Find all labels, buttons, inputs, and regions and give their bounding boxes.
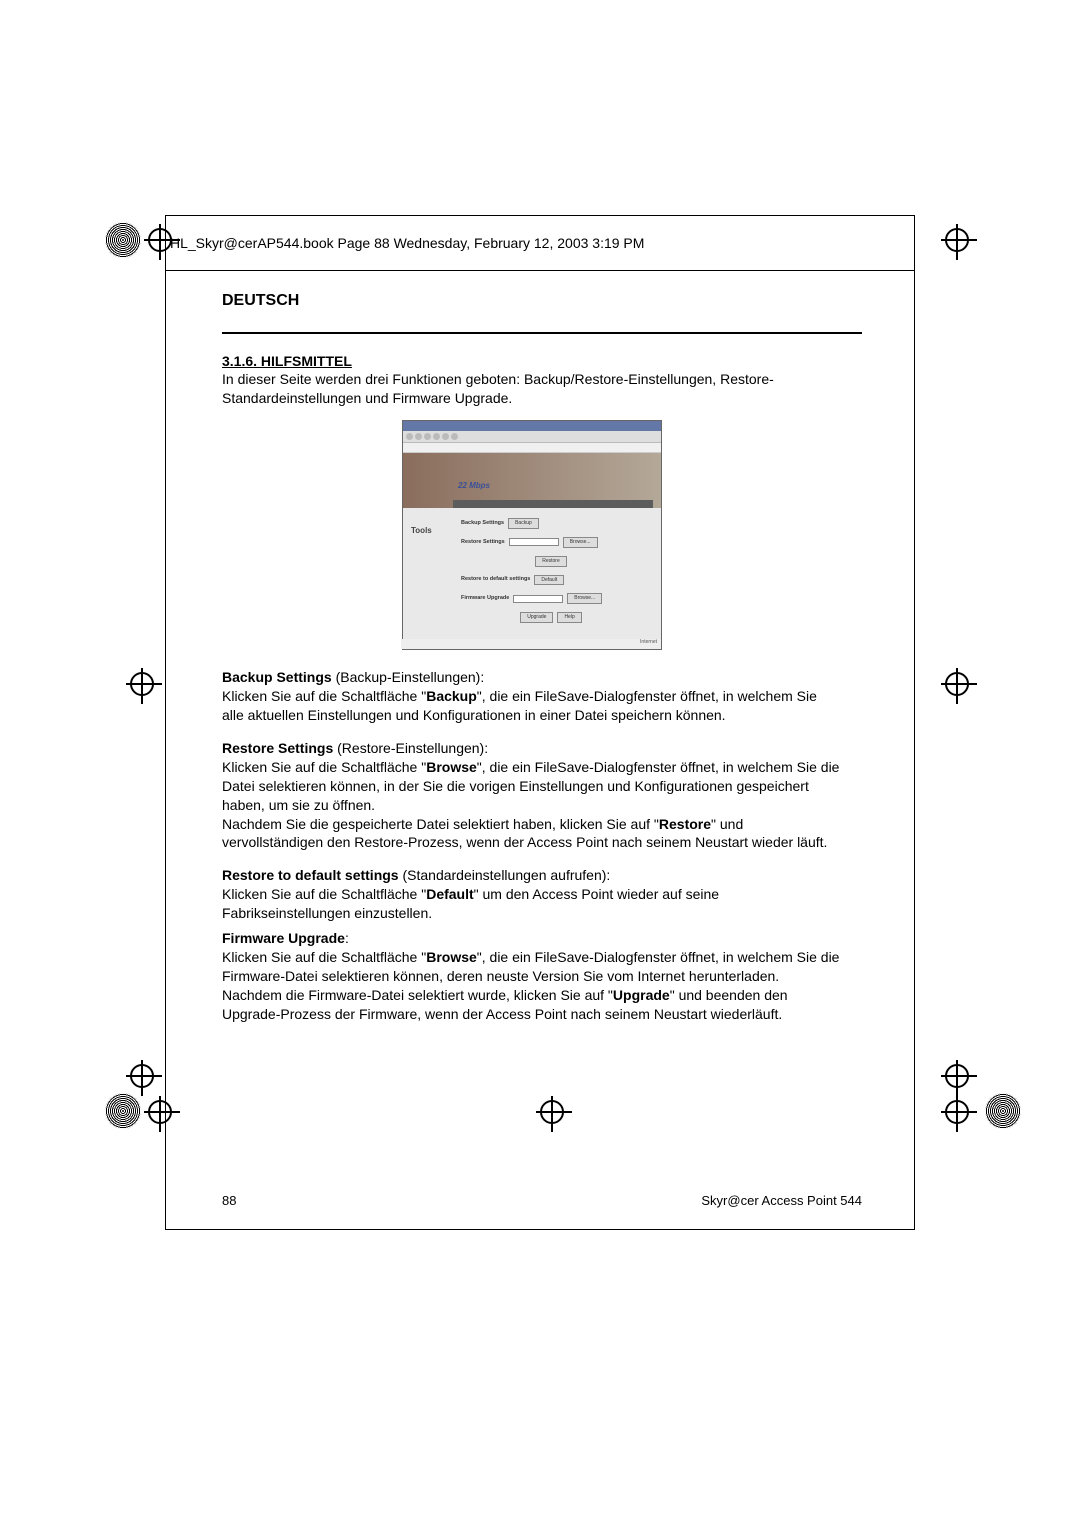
nav-tabs <box>453 500 653 508</box>
page-header-line: HL_Skyr@cerAP544.book Page 88 Wednesday,… <box>170 235 910 251</box>
firmware-p2a: Nachdem die Firmware-Datei selektiert wu… <box>222 987 613 1003</box>
section-heading: 3.1.6. HILFSMITTEL <box>222 352 842 371</box>
firmware-block: Firmware Upgrade: Klicken Sie auf die Sc… <box>222 929 842 1023</box>
restore-title: Restore Settings <box>222 740 333 756</box>
firmware-p2b: Upgrade <box>613 987 670 1003</box>
backup-row: Backup Settings Backup <box>461 518 641 529</box>
crop-mark-icon <box>945 1064 969 1088</box>
product-name: Skyr@cer Access Point 544 <box>701 1193 862 1208</box>
banner-text: 22 Mbps <box>458 481 490 492</box>
restore-input[interactable] <box>509 538 559 546</box>
document-content: DEUTSCH 3.1.6. HILFSMITTEL In dieser Sei… <box>222 290 842 1037</box>
firmware-row: Firmware Upgrade Browse... <box>461 593 641 604</box>
firmware-browse-button[interactable]: Browse... <box>567 593 602 604</box>
defaults-title: Restore to default settings <box>222 867 399 883</box>
restore-block: Restore Settings (Restore-Einstellungen)… <box>222 739 842 852</box>
upgrade-button[interactable]: Upgrade <box>520 612 553 623</box>
default-button[interactable]: Default <box>534 575 564 586</box>
registration-mark-icon <box>105 222 141 258</box>
language-heading: DEUTSCH <box>222 290 299 312</box>
restore-p1b: Browse <box>426 759 477 775</box>
registration-mark-icon <box>985 1093 1021 1129</box>
restore-suffix: (Restore-Einstellungen): <box>333 740 488 756</box>
defaults-block: Restore to default settings (Standardein… <box>222 866 842 923</box>
backup-suffix: (Backup-Einstellungen): <box>332 669 485 685</box>
firmware-input[interactable] <box>513 595 563 603</box>
crop-mark-icon <box>945 228 969 252</box>
default-row: Restore to default settings Default <box>461 575 641 586</box>
browser-toolbar <box>403 431 661 443</box>
firmware-title: Firmware Upgrade <box>222 930 345 946</box>
crop-mark-icon <box>130 672 154 696</box>
default-label: Restore to default settings <box>461 576 530 583</box>
window-titlebar <box>403 421 661 431</box>
backup-block: Backup Settings (Backup-Einstellungen): … <box>222 668 842 725</box>
restore-p1a: Klicken Sie auf die Schaltfläche " <box>222 759 426 775</box>
heading-underline <box>222 332 862 334</box>
defaults-p1a: Klicken Sie auf die Schaltfläche " <box>222 886 426 902</box>
defaults-p1b: Default <box>426 886 473 902</box>
backup-button[interactable]: Backup <box>508 518 539 529</box>
status-bar: Internet <box>401 639 661 649</box>
screenshot-body: Tools Backup Settings Backup Restore Set… <box>403 508 661 648</box>
page-banner: 22 Mbps <box>403 453 661 508</box>
restore-btn-row: Restore <box>461 556 641 567</box>
backup-label: Backup Settings <box>461 520 504 527</box>
defaults-suffix: (Standardeinstellungen aufrufen): <box>399 867 611 883</box>
restore-p2b: Restore <box>659 816 711 832</box>
restore-row: Restore Settings Browse... <box>461 537 641 548</box>
backup-p1b: Backup <box>426 688 477 704</box>
crop-mark-icon <box>130 1064 154 1088</box>
firmware-label: Firmware Upgrade <box>461 595 509 602</box>
crop-mark-icon <box>945 1100 969 1124</box>
crop-mark-icon <box>945 672 969 696</box>
restore-label: Restore Settings <box>461 539 505 546</box>
page-footer: 88 Skyr@cer Access Point 544 <box>222 1193 862 1208</box>
embedded-screenshot: 22 Mbps Tools Backup Settings Backup Res… <box>402 420 662 650</box>
browse-button[interactable]: Browse... <box>563 537 598 548</box>
sidebar-label: Tools <box>411 526 432 537</box>
help-button[interactable]: Help <box>557 612 581 623</box>
firmware-suffix: : <box>345 930 349 946</box>
backup-title: Backup Settings <box>222 669 332 685</box>
tool-rows: Backup Settings Backup Restore Settings … <box>461 518 641 631</box>
restore-button[interactable]: Restore <box>535 556 567 567</box>
backup-p1a: Klicken Sie auf die Schaltfläche " <box>222 688 426 704</box>
firmware-p1b: Browse <box>426 949 477 965</box>
browser-address-bar <box>403 443 661 453</box>
page-number: 88 <box>222 1193 236 1208</box>
restore-p2a: Nachdem Sie die gespeicherte Datei selek… <box>222 816 659 832</box>
intro-paragraph: In dieser Seite werden drei Funktionen g… <box>222 370 842 408</box>
firmware-p1a: Klicken Sie auf die Schaltfläche " <box>222 949 426 965</box>
registration-mark-icon <box>105 1093 141 1129</box>
upgrade-btn-row: Upgrade Help <box>461 612 641 623</box>
